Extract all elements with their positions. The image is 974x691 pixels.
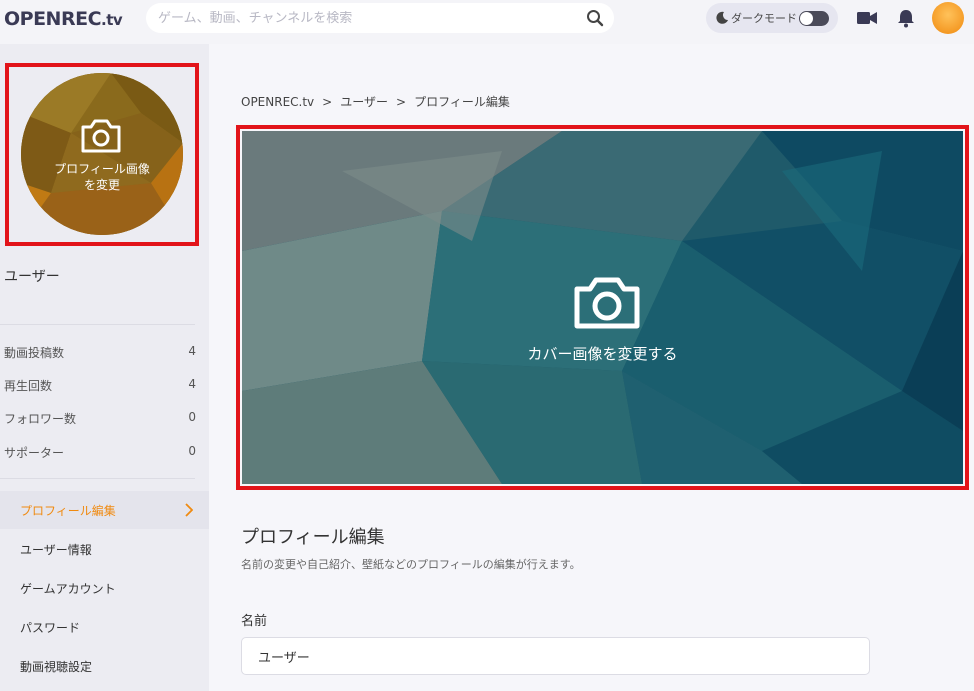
breadcrumb-current: プロフィール編集	[414, 95, 510, 109]
stat-video-posts: 動画投稿数 4	[4, 344, 196, 361]
nav-item-video-settings[interactable]: 動画視聴設定	[0, 647, 209, 685]
breadcrumb-separator: >	[322, 95, 333, 109]
breadcrumb-separator: >	[396, 95, 407, 109]
stat-play-count: 再生回数 4	[4, 377, 196, 394]
stat-label: 動画投稿数	[4, 346, 65, 360]
cover-image-label: カバー画像を変更する	[527, 345, 678, 363]
breadcrumb: OPENREC.tv > ユーザー > プロフィール編集	[241, 93, 518, 110]
nav-item-user-info[interactable]: ユーザー情報	[0, 530, 209, 568]
profile-image-label: プロフィール画像 を変更	[21, 161, 183, 193]
cover-image-change-button[interactable]: カバー画像を変更する	[242, 131, 963, 484]
divider	[0, 324, 195, 325]
breadcrumb-home[interactable]: OPENREC.tv	[241, 95, 314, 109]
name-field[interactable]	[258, 648, 848, 664]
stat-supporters: サポーター 0	[4, 444, 196, 461]
nav-item-label: プロフィール編集	[20, 503, 116, 518]
profile-image-label-line1: プロフィール画像	[54, 162, 150, 176]
profile-image-label-line2: を変更	[83, 178, 120, 192]
nav-item-label: 動画視聴設定	[20, 659, 93, 674]
dark-mode-switch[interactable]	[799, 11, 829, 26]
stat-value: 0	[188, 444, 196, 458]
search-icon[interactable]	[586, 9, 604, 27]
stat-value: 4	[188, 377, 196, 391]
stat-value: 0	[188, 410, 196, 424]
section-description: 名前の変更や自己紹介、壁紙などのプロフィールの編集が行えます。	[241, 558, 581, 571]
name-field-container	[241, 637, 870, 675]
logo-main: OPENREC	[4, 8, 102, 30]
divider	[0, 478, 195, 479]
nav-item-game-account[interactable]: ゲームアカウント	[0, 569, 209, 607]
sidebar: プロフィール画像 を変更 ユーザー 動画投稿数 4 再生回数 4 フォロワー数 …	[0, 44, 209, 691]
dark-mode-toggle[interactable]: ダークモード	[706, 3, 838, 33]
stat-value: 4	[188, 344, 196, 358]
search-bar	[146, 3, 614, 33]
openrec-logo[interactable]: OPENREC.tv	[4, 8, 123, 30]
logo-suffix: .tv	[101, 11, 123, 29]
stat-label: 再生回数	[4, 379, 53, 393]
stat-followers: フォロワー数 0	[4, 410, 196, 427]
switch-knob	[800, 12, 813, 25]
bell-icon[interactable]	[895, 8, 917, 28]
video-camera-icon[interactable]	[856, 8, 878, 28]
nav-item-label: ユーザー情報	[20, 542, 92, 557]
search-input[interactable]	[158, 10, 578, 26]
user-avatar[interactable]	[932, 2, 964, 34]
camera-icon	[81, 119, 121, 153]
chevron-right-icon	[185, 503, 193, 517]
stat-label: サポーター	[4, 446, 65, 460]
breadcrumb-user[interactable]: ユーザー	[340, 95, 388, 109]
nav-item-password[interactable]: パスワード	[0, 608, 209, 646]
cover-image-highlight: カバー画像を変更する	[236, 125, 969, 490]
profile-image-change-button[interactable]: プロフィール画像 を変更	[21, 73, 183, 235]
section-title: プロフィール編集	[241, 527, 385, 548]
profile-image-highlight: プロフィール画像 を変更	[5, 63, 199, 246]
nav-item-profile-edit[interactable]: プロフィール編集	[0, 491, 209, 529]
name-field-label: 名前	[241, 614, 268, 629]
nav-item-label: ゲームアカウント	[20, 581, 116, 596]
dark-mode-label: ダークモード	[731, 12, 797, 25]
moon-icon	[716, 11, 728, 24]
camera-icon	[574, 277, 640, 329]
stat-label: フォロワー数	[4, 412, 77, 426]
username: ユーザー	[4, 269, 60, 285]
nav-item-label: パスワード	[20, 620, 81, 635]
top-header: OPENREC.tv ダークモード	[0, 0, 974, 44]
